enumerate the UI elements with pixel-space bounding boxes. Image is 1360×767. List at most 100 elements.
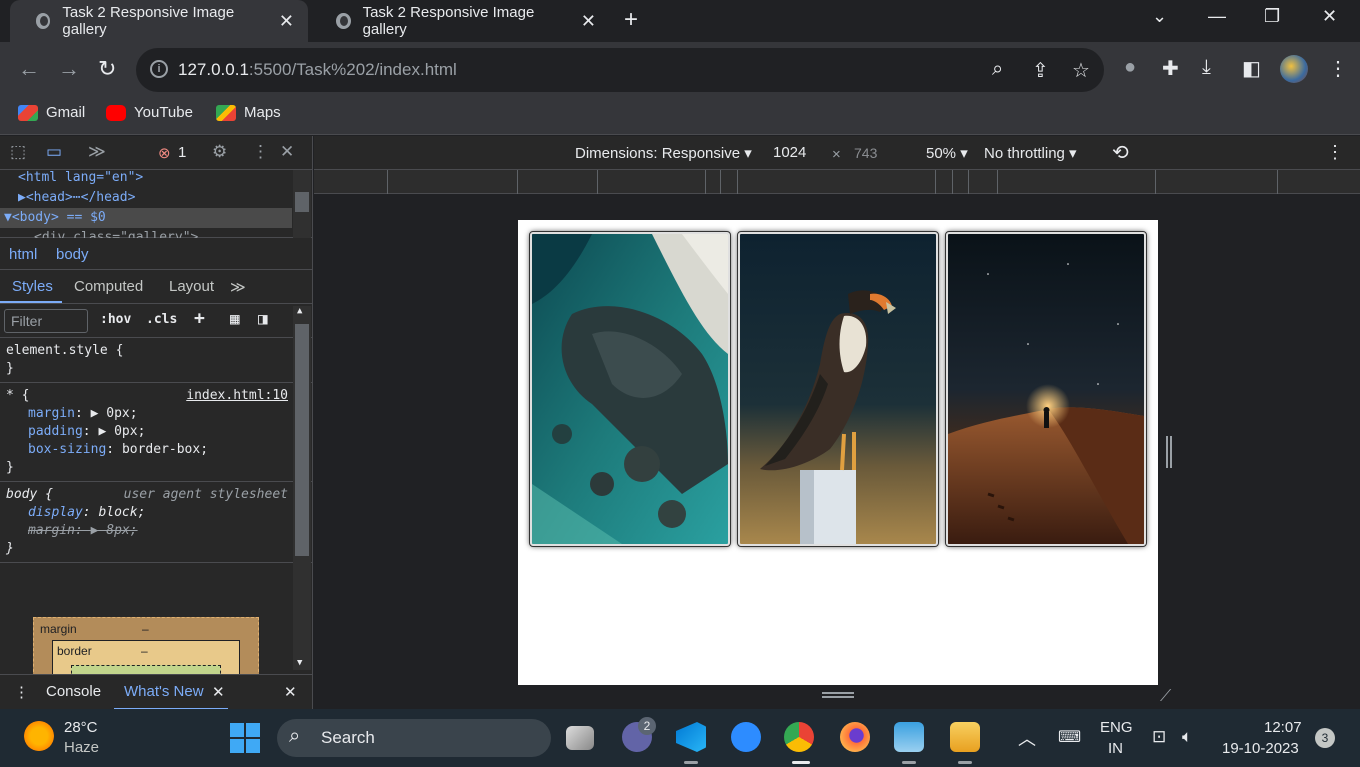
close-window-button[interactable]: ✕ — [1322, 6, 1337, 27]
dom-scrollbar[interactable] — [293, 170, 311, 238]
zoom-app-icon[interactable] — [731, 722, 761, 752]
bookmark-youtube[interactable]: YouTube — [106, 104, 193, 121]
url-text[interactable]: 127.0.0.1:5500/Task%202/index.html — [178, 60, 457, 80]
weather-sun-icon[interactable] — [24, 721, 54, 751]
bookmarks-bar: Gmail YouTube Maps — [0, 98, 1360, 135]
width-input[interactable]: 1024 — [773, 144, 806, 161]
hov-toggle[interactable]: :hov — [100, 312, 131, 327]
profile-avatar[interactable] — [1280, 55, 1308, 83]
close-drawer-tab-icon[interactable]: ✕ — [212, 683, 225, 701]
dom-node-body[interactable]: ▼<body> == $0 — [4, 210, 106, 225]
devtools-menu-icon[interactable]: ⋮ — [252, 142, 269, 162]
breadcrumb-html[interactable]: html — [9, 246, 37, 263]
css-property[interactable]: display: block; — [6, 504, 312, 522]
zoom-dropdown[interactable]: 50% ▾ — [926, 144, 968, 162]
browser-tab-active[interactable]: Task 2 Responsive Image gallery ✕ — [10, 0, 308, 42]
close-devtools-icon[interactable]: ✕ — [280, 142, 294, 162]
drawer-menu-icon[interactable]: ⋮ — [14, 683, 29, 701]
settings-gear-icon[interactable]: ⚙ — [212, 142, 227, 162]
drawer-tab-console[interactable]: Console — [46, 683, 101, 700]
new-tab-button[interactable]: + — [624, 6, 638, 34]
network-icon[interactable]: ⊡ — [1152, 727, 1166, 747]
address-bar[interactable]: i 127.0.0.1:5500/Task%202/index.html ⌕ ⇪… — [136, 48, 1104, 92]
paint-brush-icon[interactable]: ▦ — [230, 309, 240, 328]
drawer-tab-whats-new[interactable]: What's New — [124, 683, 204, 700]
rule-source-link[interactable]: index.html:10 — [186, 387, 288, 405]
chrome-icon[interactable] — [784, 722, 814, 752]
tab-layout[interactable]: Layout — [169, 278, 214, 295]
tab-search-dropdown-icon[interactable]: ⌄ — [1152, 6, 1167, 27]
css-property[interactable]: margin: ▶ 0px; — [6, 405, 312, 423]
styles-scrollbar[interactable]: ▲ ▼ — [293, 306, 311, 670]
tab-styles[interactable]: Styles — [12, 278, 53, 295]
weather-temp[interactable]: 28°C — [64, 719, 98, 736]
show-hidden-icons-chevron[interactable]: ︿ — [1018, 725, 1036, 751]
resize-handle-right[interactable] — [1166, 436, 1172, 468]
css-property[interactable]: box-sizing: border-box; — [6, 441, 312, 459]
forward-arrow-icon[interactable]: → — [58, 56, 80, 82]
css-property[interactable]: padding: ▶ 0px; — [6, 423, 312, 441]
close-tab-icon[interactable]: ✕ — [581, 11, 596, 32]
throttling-dropdown[interactable]: No throttling ▾ — [984, 144, 1077, 162]
close-drawer-icon[interactable]: ✕ — [284, 683, 297, 701]
maximize-button[interactable]: ❐ — [1264, 6, 1280, 27]
file-explorer-icon[interactable] — [950, 722, 980, 752]
zoom-icon[interactable]: ⌕ — [992, 58, 1003, 81]
browser-tab[interactable]: Task 2 Responsive Image gallery ✕ — [310, 0, 610, 42]
inspect-element-icon[interactable]: ⬚ — [10, 142, 26, 162]
bookmark-maps[interactable]: Maps — [216, 104, 281, 121]
gallery-image-caracara-bird[interactable] — [737, 231, 939, 547]
volume-icon[interactable]: 🔈︎ — [1182, 727, 1192, 747]
error-icon[interactable]: ⊗ — [158, 144, 171, 162]
extensions-puzzle-icon[interactable]: ✚ — [1162, 56, 1179, 81]
rotate-icon[interactable]: ⟲ — [1112, 140, 1129, 165]
gallery-image-desert-night[interactable] — [945, 231, 1147, 547]
cls-toggle[interactable]: .cls — [146, 312, 177, 327]
breadcrumb-body[interactable]: body — [56, 246, 89, 263]
media-query-ruler[interactable] — [314, 170, 1360, 194]
dimensions-dropdown[interactable]: Dimensions: Responsive ▾ — [575, 144, 752, 162]
bookmark-star-icon[interactable]: ☆ — [1072, 58, 1090, 83]
vscode-icon[interactable] — [676, 722, 706, 752]
windows-start-icon[interactable] — [230, 723, 260, 753]
css-property-overridden[interactable]: margin: ▶ 8px; — [6, 522, 312, 540]
site-info-icon[interactable]: i — [150, 60, 168, 78]
dom-node-gallery[interactable]: <div class="gallery"> — [34, 230, 198, 238]
taskbar-search[interactable]: ⌕ Search — [277, 719, 551, 757]
notification-badge[interactable]: 3 — [1315, 728, 1335, 748]
clock-date[interactable]: 19-10-2023 — [1222, 740, 1299, 757]
dom-node-head[interactable]: ▶<head>⋯</head> — [18, 190, 135, 205]
language-line1[interactable]: ENG — [1100, 719, 1133, 736]
reload-icon[interactable]: ↻ — [98, 56, 116, 82]
language-line2[interactable]: IN — [1108, 740, 1123, 757]
keyboard-icon[interactable]: ⌨ — [1058, 727, 1081, 747]
side-panel-icon[interactable]: ◧ — [1242, 56, 1261, 81]
new-rule-icon[interactable]: + — [194, 308, 205, 329]
back-arrow-icon[interactable]: ← — [18, 56, 40, 82]
task-view-icon[interactable] — [566, 726, 594, 750]
weather-desc[interactable]: Haze — [64, 739, 99, 756]
firefox-icon[interactable] — [840, 722, 870, 752]
minimize-button[interactable]: — — [1208, 6, 1226, 27]
close-tab-icon[interactable]: ✕ — [279, 11, 294, 32]
download-icon[interactable]: ⤓ — [1202, 56, 1211, 79]
share-icon[interactable]: ⇪ — [1032, 58, 1049, 83]
more-tabs-icon[interactable]: ≫ — [230, 278, 246, 296]
height-input[interactable]: 743 — [854, 145, 877, 161]
toggle-sidebar-icon[interactable]: ◨ — [258, 309, 268, 328]
control-panel-icon[interactable] — [894, 722, 924, 752]
bookmark-gmail[interactable]: Gmail — [18, 104, 85, 121]
gallery-image-ocean-rocks[interactable] — [529, 231, 731, 547]
tab-computed[interactable]: Computed — [74, 278, 143, 295]
dom-node-html[interactable]: <html lang="en"> — [18, 170, 143, 185]
filter-input[interactable]: Filter — [4, 309, 88, 333]
menu-kebab-icon[interactable]: ⋮ — [1328, 56, 1348, 81]
more-panels-icon[interactable]: ≫ — [88, 142, 106, 162]
resize-corner-icon[interactable]: ⟋ — [1160, 688, 1171, 706]
clock-time[interactable]: 12:07 — [1264, 719, 1302, 736]
device-toggle-icon[interactable]: ▭ — [46, 142, 62, 162]
extension-pin-icon[interactable]: ● — [1124, 56, 1136, 79]
swap-dimensions-icon[interactable]: × — [832, 146, 841, 163]
resize-handle-bottom[interactable] — [822, 692, 854, 698]
device-menu-icon[interactable]: ⋮ — [1326, 142, 1344, 163]
